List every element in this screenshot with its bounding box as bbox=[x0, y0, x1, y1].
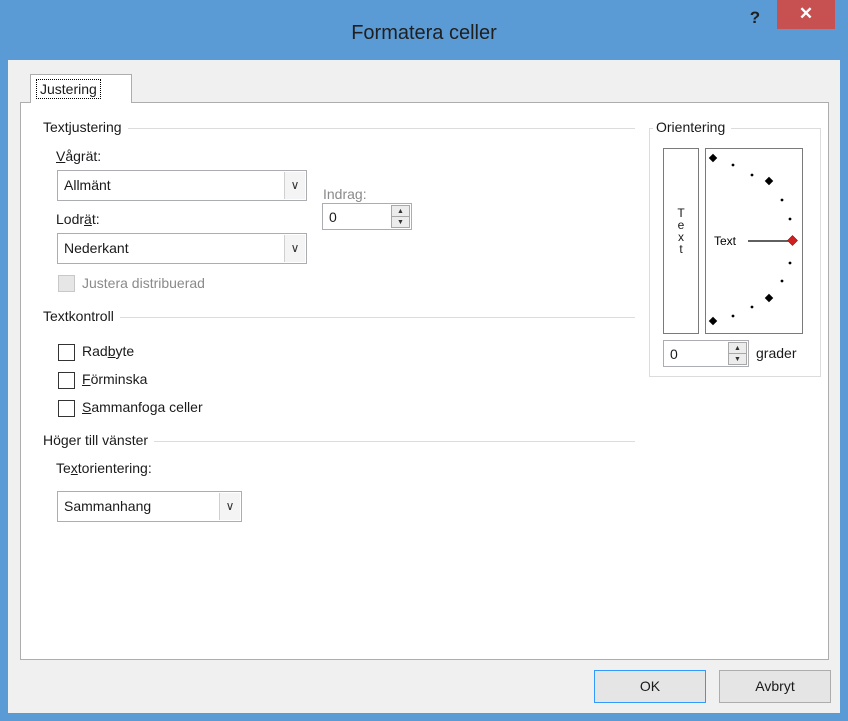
rtl-group-title: Höger till vänster bbox=[43, 432, 155, 448]
triangle-up-icon[interactable]: ▲ bbox=[392, 206, 409, 217]
indent-value: 0 bbox=[329, 209, 337, 225]
vertical-alignment-value: Nederkant bbox=[64, 240, 129, 256]
tab-justering[interactable]: Justering bbox=[30, 74, 132, 103]
degree-mark-minus-90 bbox=[708, 316, 718, 326]
degree-dot bbox=[731, 163, 735, 167]
degrees-value: 0 bbox=[670, 346, 678, 362]
degree-dot bbox=[788, 217, 792, 221]
format-cells-dialog: Formatera celler ? ✕ Justering Textjuste… bbox=[0, 0, 848, 721]
vertical-label: Lodrät: bbox=[56, 211, 100, 227]
text-direction-label: Textorientering: bbox=[56, 460, 152, 476]
vertical-alignment-select[interactable]: Nederkant ∨ bbox=[57, 233, 307, 264]
degree-mark-90 bbox=[708, 153, 718, 163]
vertical-text: T e x t bbox=[677, 206, 685, 256]
indent-stepper[interactable]: 0 ▲ ▼ bbox=[322, 203, 412, 230]
dial-marker-handle[interactable] bbox=[787, 235, 798, 246]
degree-dot bbox=[780, 279, 784, 283]
merge-cells-label: Sammanfoga celler bbox=[82, 399, 203, 415]
degree-mark-45 bbox=[764, 176, 774, 186]
triangle-down-icon[interactable]: ▼ bbox=[392, 217, 409, 228]
indent-spin-buttons: ▲ ▼ bbox=[391, 205, 410, 228]
triangle-down-icon[interactable]: ▼ bbox=[729, 354, 746, 365]
text-direction-select[interactable]: Sammanhang ∨ bbox=[57, 491, 242, 522]
tab-label: Justering bbox=[36, 79, 101, 99]
shrink-to-fit-checkbox[interactable] bbox=[58, 372, 75, 389]
indent-label: Indrag: bbox=[323, 186, 367, 202]
horizontal-alignment-select[interactable]: Allmänt ∨ bbox=[57, 170, 307, 201]
text-control-group-title: Textkontroll bbox=[43, 308, 120, 324]
vertical-text-button[interactable]: T e x t bbox=[663, 148, 699, 334]
cancel-button[interactable]: Avbryt bbox=[719, 670, 831, 703]
title-bar[interactable]: Formatera celler ? ✕ bbox=[0, 0, 848, 60]
degree-mark-minus-45 bbox=[764, 293, 774, 303]
wrap-text-checkbox[interactable] bbox=[58, 344, 75, 361]
degrees-spin-buttons: ▲ ▼ bbox=[728, 342, 747, 365]
triangle-up-icon[interactable]: ▲ bbox=[729, 343, 746, 354]
degree-dot bbox=[750, 173, 754, 177]
help-button[interactable]: ? bbox=[744, 8, 766, 32]
dialog-body: Justering Textjustering Vågrät: Allmänt … bbox=[8, 60, 840, 713]
horizontal-alignment-value: Allmänt bbox=[64, 177, 111, 193]
chevron-down-icon[interactable]: ∨ bbox=[284, 172, 305, 199]
degree-dot bbox=[731, 314, 735, 318]
merge-cells-checkbox[interactable] bbox=[58, 400, 75, 417]
degree-dot bbox=[780, 198, 784, 202]
wrap-text-label: Radbyte bbox=[82, 343, 135, 359]
close-button[interactable]: ✕ bbox=[777, 0, 835, 29]
text-control-divider bbox=[45, 317, 635, 318]
dial-label: Text bbox=[714, 234, 737, 248]
justify-distributed-checkbox[interactable] bbox=[58, 275, 75, 292]
text-alignment-group-title: Textjustering bbox=[43, 119, 128, 135]
text-direction-value: Sammanhang bbox=[64, 498, 152, 514]
orientation-group-title: Orientering bbox=[653, 119, 732, 135]
chevron-down-icon[interactable]: ∨ bbox=[284, 235, 305, 262]
dialog-title: Formatera celler bbox=[351, 22, 497, 44]
chevron-down-icon[interactable]: ∨ bbox=[219, 493, 240, 520]
horizontal-label: Vågrät: bbox=[56, 148, 102, 164]
degree-dot bbox=[750, 305, 754, 309]
degrees-stepper[interactable]: 0 ▲ ▼ bbox=[663, 340, 749, 367]
text-alignment-divider bbox=[45, 128, 635, 129]
ok-button[interactable]: OK bbox=[594, 670, 706, 703]
shrink-to-fit-label: Förminska bbox=[82, 371, 148, 387]
degrees-label: grader bbox=[756, 345, 797, 361]
orientation-dial[interactable]: Text bbox=[705, 148, 803, 334]
justify-distributed-label: Justera distribuerad bbox=[82, 275, 205, 291]
degree-dot bbox=[788, 261, 792, 265]
orientation-dial-graphic: Text bbox=[708, 153, 798, 326]
